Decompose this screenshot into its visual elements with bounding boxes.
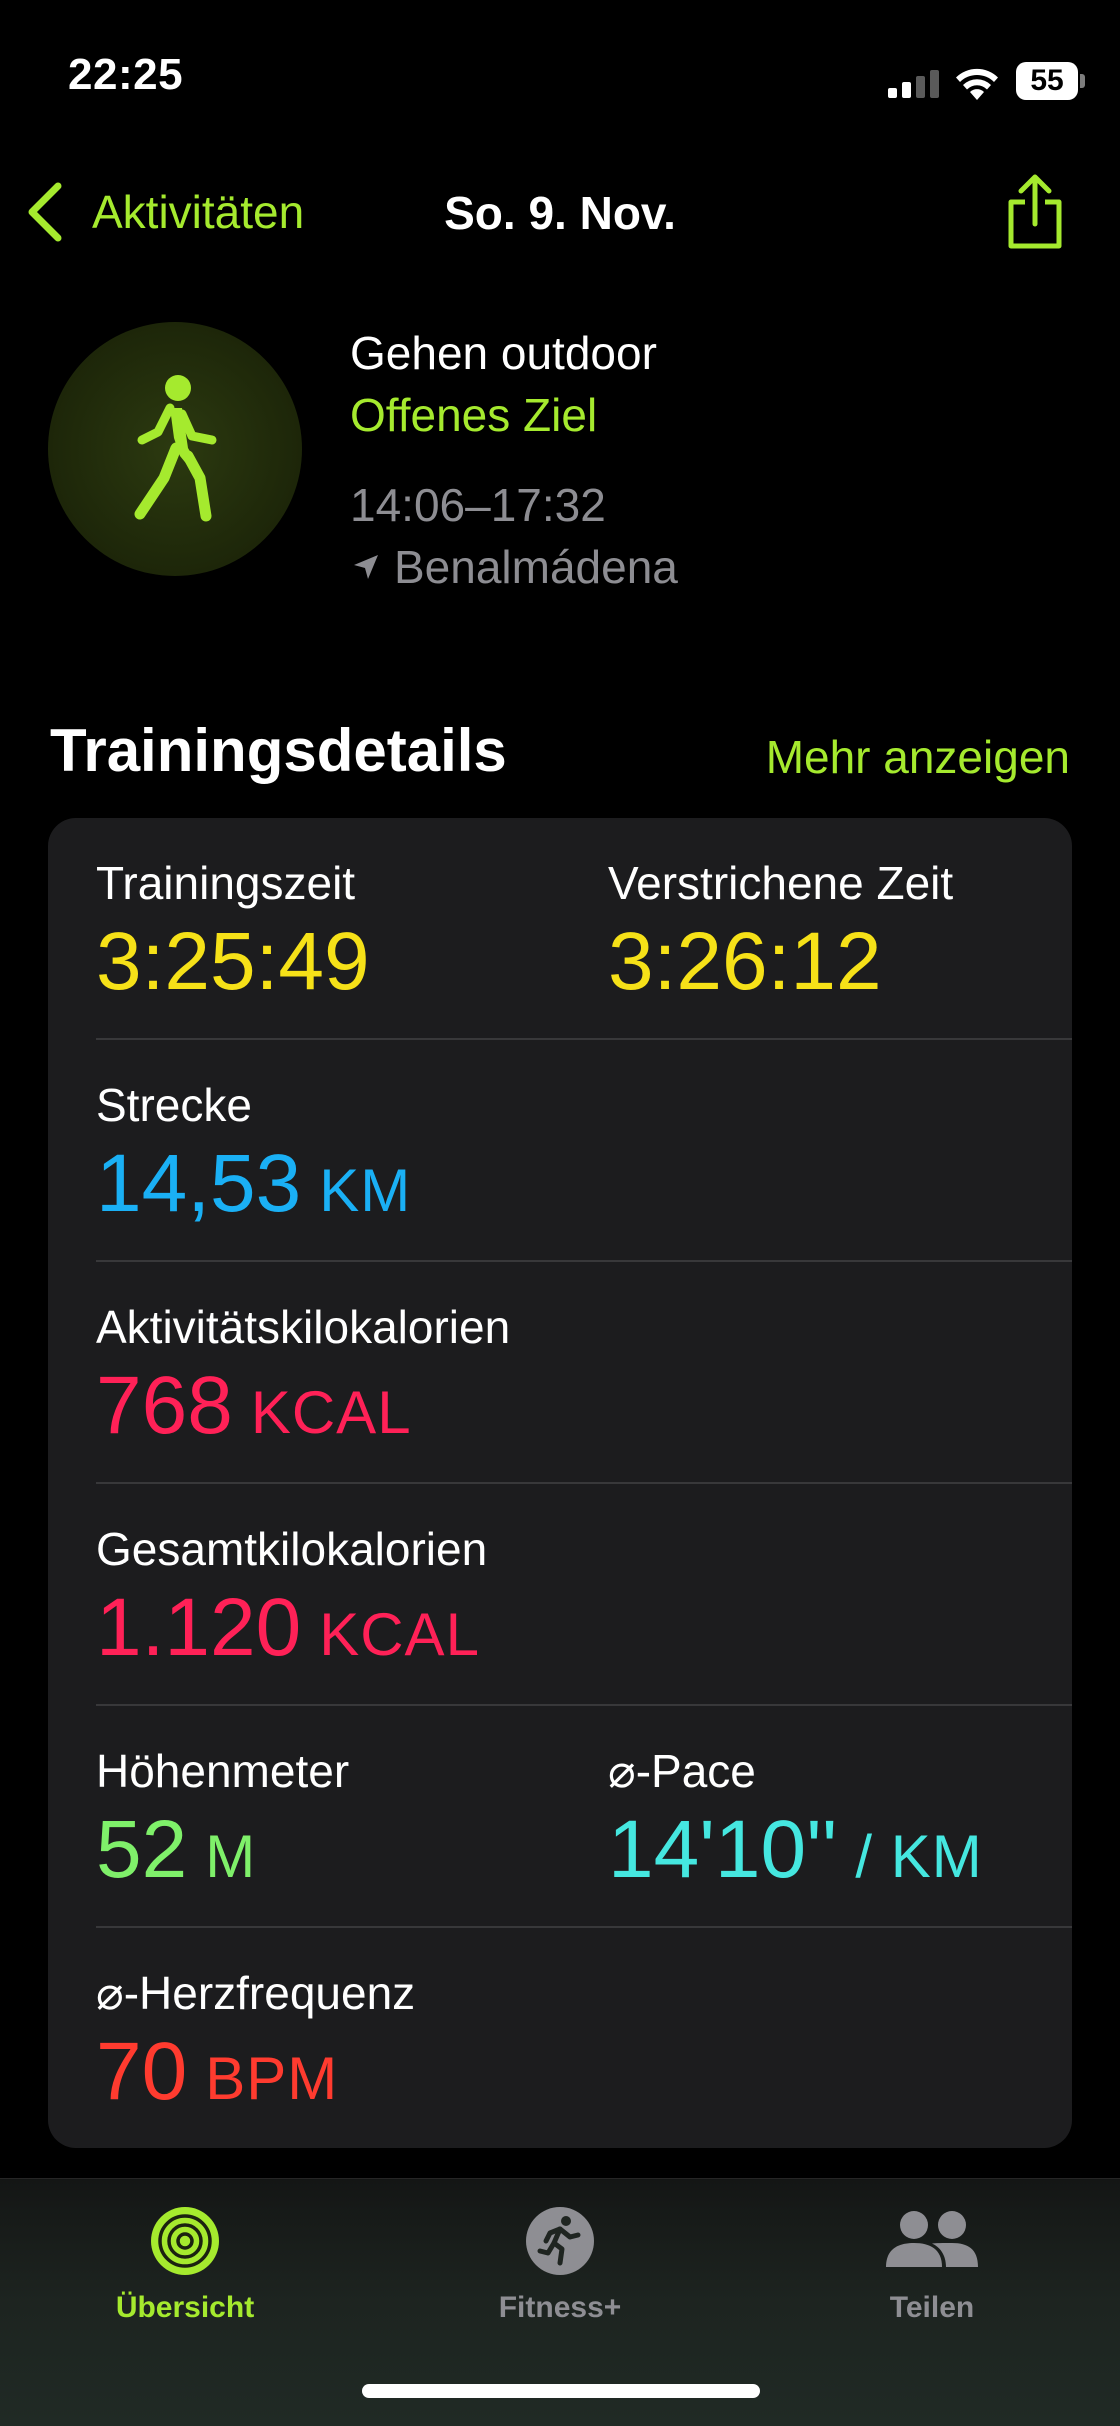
metric-heart-rate: ⌀-Herzfrequenz 70 BPM <box>96 1966 415 2125</box>
metric-label: Aktivitätskilokalorien <box>96 1301 511 1353</box>
metric-value: 70 BPM <box>96 2026 415 2125</box>
metric-training-time: Trainingszeit 3:25:49 <box>96 856 370 1008</box>
home-indicator[interactable] <box>362 2384 760 2398</box>
cellular-signal-icon <box>888 70 939 98</box>
metric-value: 1.120 KCAL <box>96 1582 487 1681</box>
tab-fitness-plus[interactable]: Fitness+ <box>430 2205 690 2325</box>
figure-walk-icon <box>134 375 217 522</box>
battery-level: 55 <box>1016 62 1078 100</box>
metric-number: 14,53 <box>96 1138 302 1229</box>
metric-number: 70 <box>96 2026 188 2117</box>
metric-value: 768 KCAL <box>96 1360 510 1459</box>
workout-goal: Offenes Ziel <box>350 389 598 441</box>
metric-unit: KM <box>319 1157 412 1224</box>
metric-row-times: Trainingszeit 3:25:49 Verstrichene Zeit … <box>96 818 1072 1040</box>
battery-icon: 55 <box>1016 62 1086 100</box>
workout-info: Gehen outdoor Offenes Ziel 14:06–17:32 B… <box>350 322 678 598</box>
workout-location: Benalmádena <box>350 536 678 598</box>
chevron-left-icon <box>28 182 62 242</box>
metric-label: Gesamtkilokalorien <box>96 1523 488 1575</box>
metric-label: Strecke <box>96 1079 252 1131</box>
share-icon[interactable] <box>1003 174 1067 250</box>
metric-unit: / KM <box>855 1823 983 1890</box>
workout-location-label: Benalmádena <box>394 541 678 593</box>
metric-number: 768 <box>96 1360 233 1451</box>
metric-number: 14'10'' <box>608 1804 838 1895</box>
metric-unit: BPM <box>205 2045 339 2112</box>
metric-row-total-kcal: Gesamtkilokalorien 1.120 KCAL <box>96 1484 1072 1706</box>
metric-pace: ⌀-Pace 14'10'' / KM <box>608 1744 983 1903</box>
metric-label: ⌀-Pace <box>608 1745 756 1797</box>
section-title: Trainingsdetails <box>50 717 507 784</box>
metric-value: 3:26:12 <box>608 916 882 1007</box>
status-time: 22:25 <box>68 50 184 99</box>
metric-unit: KCAL <box>319 1601 480 1668</box>
metric-label: ⌀-Herzfrequenz <box>96 1967 416 2019</box>
metric-row-active-kcal: Aktivitätskilokalorien 768 KCAL <box>96 1262 1072 1484</box>
metric-label: Höhenmeter <box>96 1745 350 1797</box>
battery-cap <box>1080 74 1085 88</box>
workout-type: Gehen outdoor <box>350 327 657 379</box>
metric-value: 52 M <box>96 1804 349 1903</box>
metric-label: Verstrichene Zeit <box>608 857 954 909</box>
activity-rings-icon <box>151 2207 219 2275</box>
wifi-icon <box>956 68 998 100</box>
back-button[interactable]: Aktivitäten <box>24 182 304 242</box>
metric-number: 52 <box>96 1804 188 1895</box>
metric-elapsed-time: Verstrichene Zeit 3:26:12 <box>608 856 953 1008</box>
workout-time-range: 14:06–17:32 <box>350 479 606 531</box>
metric-unit: KCAL <box>250 1379 412 1446</box>
metric-value: 3:25:49 <box>96 916 370 1007</box>
metric-active-kcal: Aktivitätskilokalorien 768 KCAL <box>96 1300 510 1459</box>
tab-overview[interactable]: Übersicht <box>55 2205 315 2325</box>
workout-icon-badge <box>48 322 302 576</box>
metric-value: 14,53 KM <box>96 1138 411 1237</box>
tab-share[interactable]: Teilen <box>802 2205 1062 2325</box>
tab-label: Übersicht <box>115 2291 255 2324</box>
tab-label: Fitness+ <box>498 2291 622 2324</box>
metric-elevation: Höhenmeter 52 M <box>96 1744 349 1903</box>
back-button-label: Aktivitäten <box>92 186 305 238</box>
location-arrow-icon <box>354 555 378 579</box>
metric-total-kcal: Gesamtkilokalorien 1.120 KCAL <box>96 1522 487 1681</box>
metric-unit: M <box>205 1823 257 1890</box>
status-bar: 22:25 55 <box>0 0 1120 150</box>
people-icon <box>886 2211 978 2267</box>
metric-value: 14'10'' / KM <box>608 1804 983 1903</box>
metric-row-heart-rate: ⌀-Herzfrequenz 70 BPM <box>96 1928 1072 2148</box>
metric-distance: Strecke 14,53 KM <box>96 1078 411 1237</box>
show-more-link[interactable]: Mehr anzeigen <box>766 730 1070 784</box>
workout-details-card: Trainingszeit 3:25:49 Verstrichene Zeit … <box>48 818 1072 2148</box>
tab-label: Teilen <box>889 2291 975 2324</box>
metric-row-distance: Strecke 14,53 KM <box>96 1040 1072 1262</box>
fitness-plus-icon <box>526 2207 594 2275</box>
metric-row-elevation-pace: Höhenmeter 52 M ⌀-Pace 14'10'' / KM <box>96 1706 1072 1928</box>
metric-label: Trainingszeit <box>96 857 356 909</box>
metric-number: 1.120 <box>96 1582 302 1673</box>
